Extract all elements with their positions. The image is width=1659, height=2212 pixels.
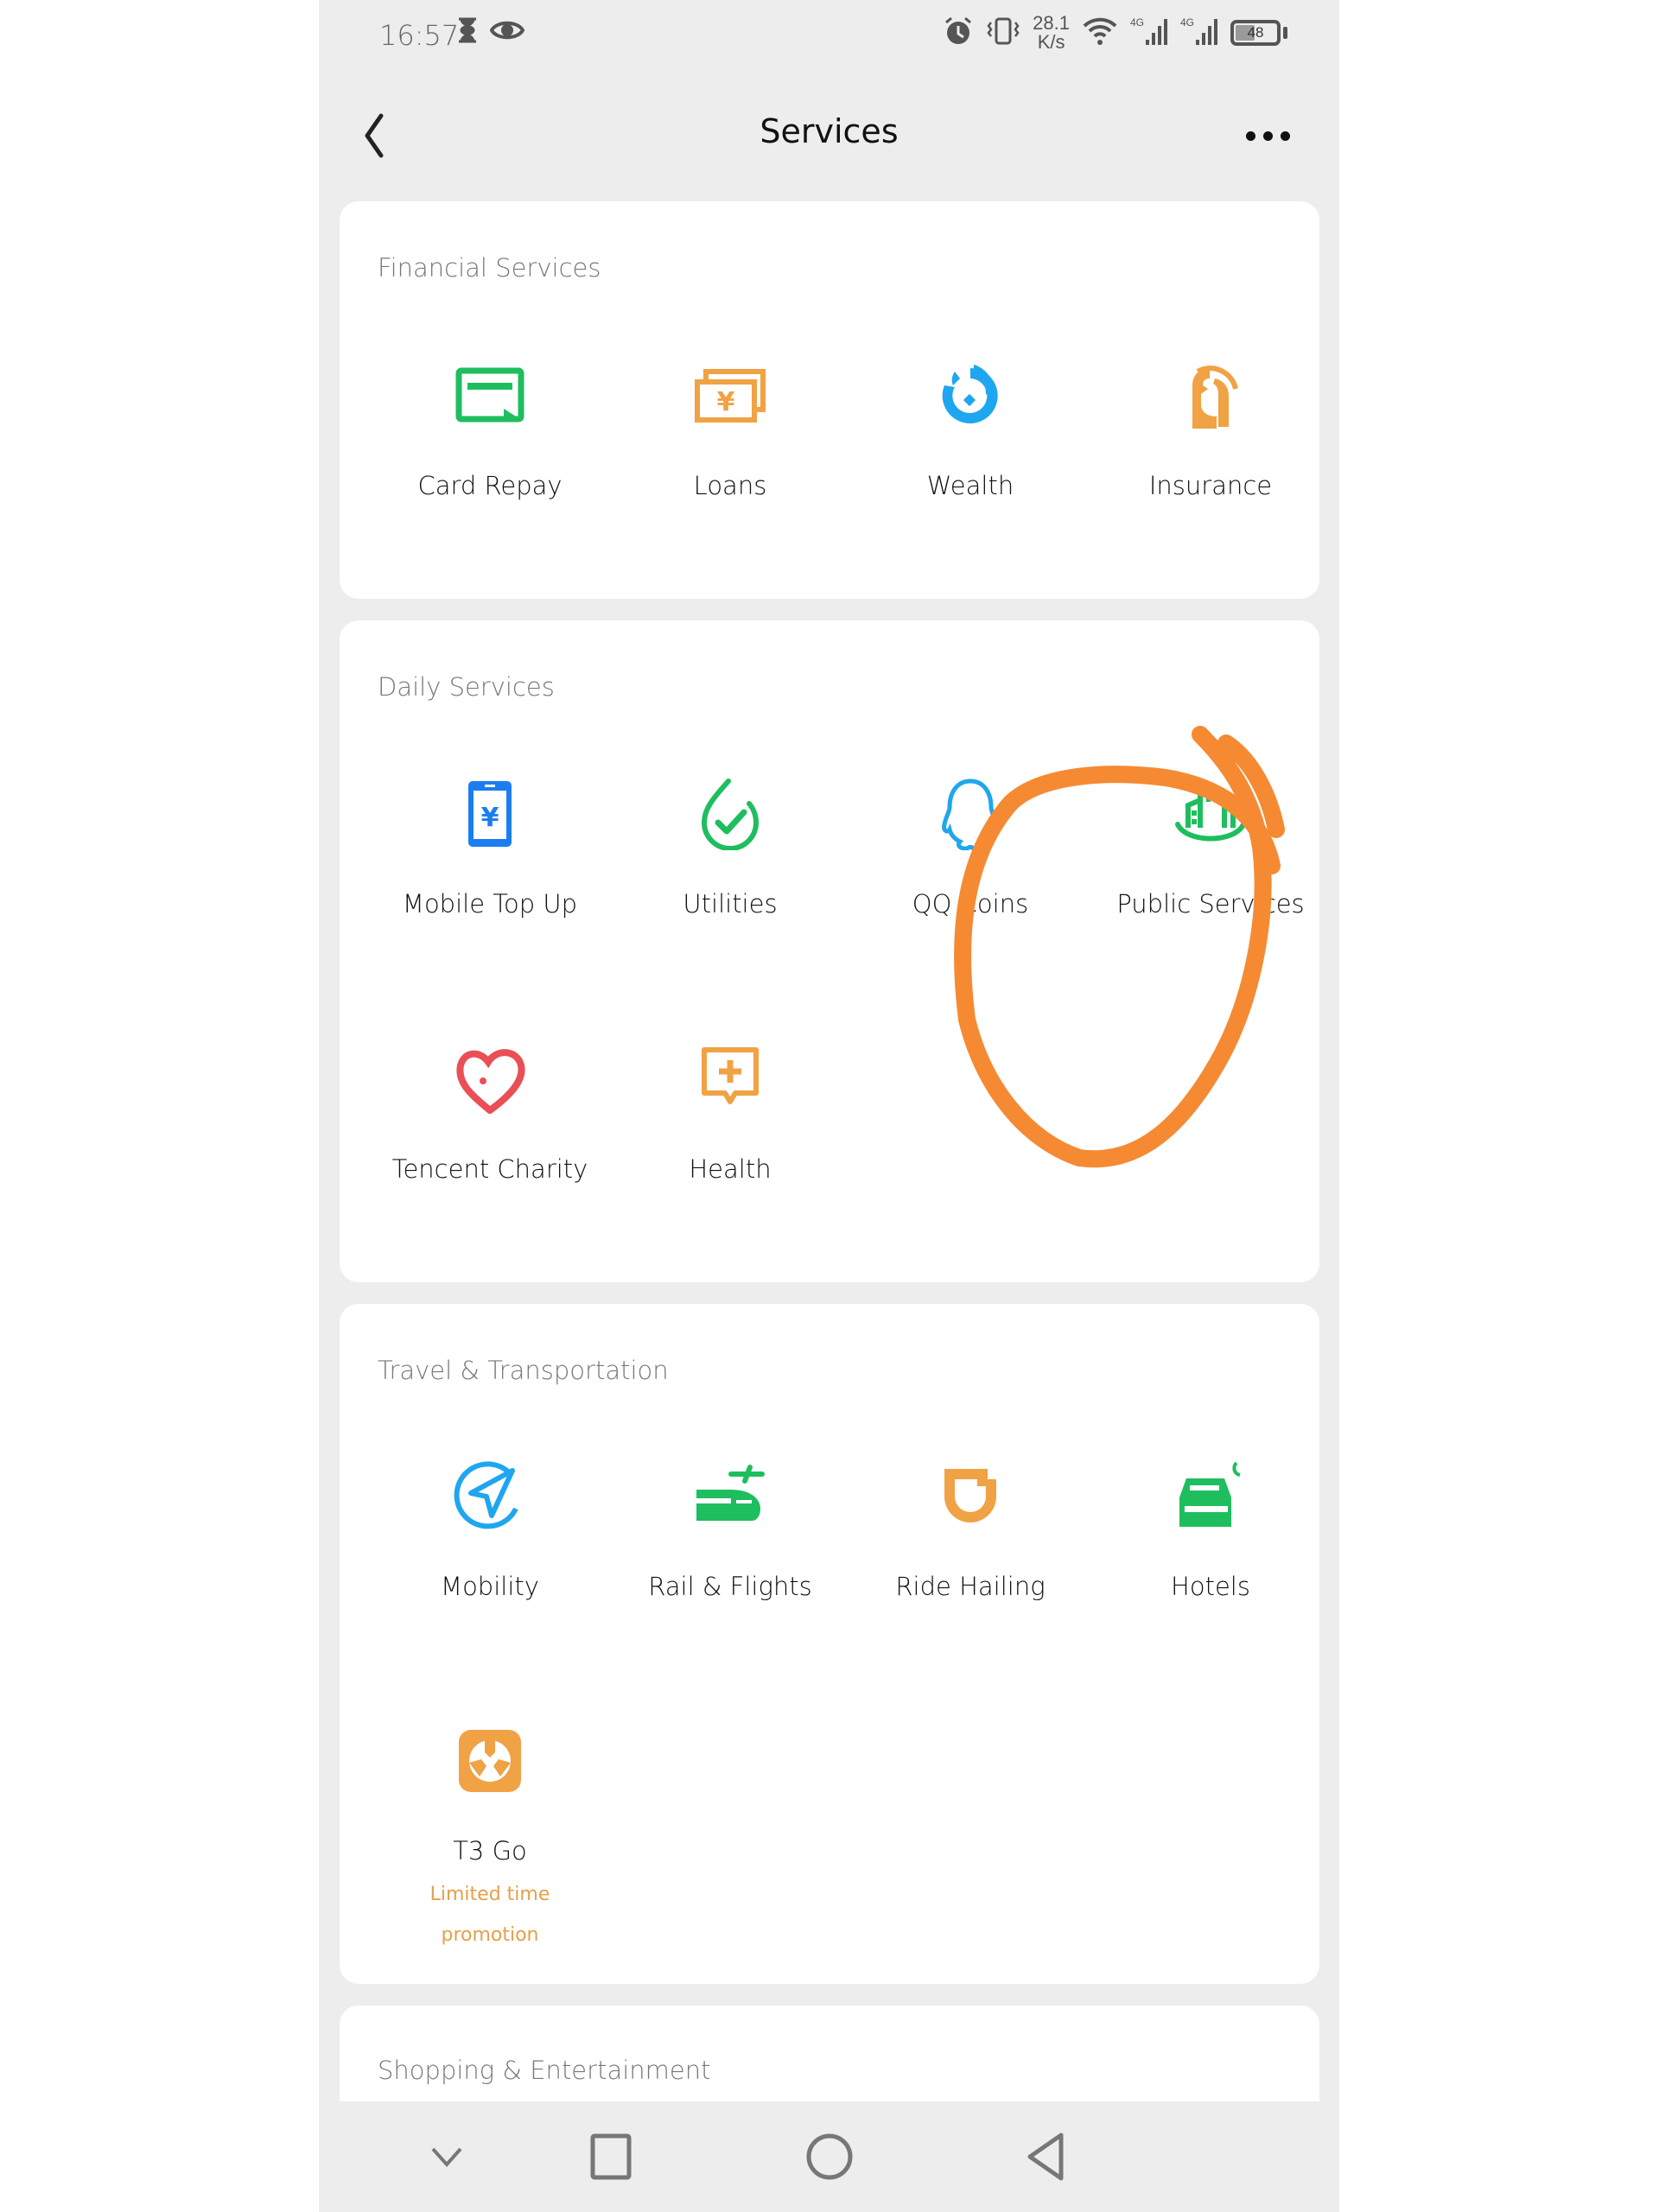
public-services-icon	[1172, 775, 1249, 853]
hourglass-icon	[457, 17, 478, 47]
ride-hailing-icon	[931, 1458, 1009, 1535]
service-rail-flights[interactable]: Rail & Flights	[610, 1458, 850, 1601]
app-header: Services	[319, 86, 1339, 181]
nav-collapse-button[interactable]	[416, 2129, 477, 2184]
service-mobility[interactable]: Mobility	[370, 1458, 610, 1601]
section-title: Financial Services	[378, 253, 601, 283]
recents-icon	[590, 2133, 632, 2180]
card-repay-icon	[451, 357, 529, 435]
service-hotels[interactable]: Hotels	[1090, 1458, 1331, 1601]
mobility-icon	[451, 1458, 529, 1535]
eye-icon	[489, 17, 525, 47]
service-health[interactable]: Health	[610, 1040, 850, 1184]
hotels-icon	[1172, 1458, 1249, 1535]
service-qq-coins[interactable]: QQ Coins	[850, 775, 1090, 918]
service-loans[interactable]: ¥ Loans	[610, 357, 850, 500]
service-ride-hailing[interactable]: Ride Hailing	[850, 1458, 1090, 1601]
svg-text:¥: ¥	[481, 803, 499, 833]
nav-recents-button[interactable]	[581, 2129, 641, 2184]
system-nav-bar	[319, 2101, 1339, 2212]
vibrate-icon	[986, 16, 1020, 50]
nav-back-button[interactable]	[1016, 2129, 1077, 2184]
more-horizontal-icon	[1246, 130, 1255, 141]
service-t3-go[interactable]: T3 Go Limited time promotion	[370, 1722, 610, 1955]
more-options-button[interactable]	[1246, 123, 1306, 149]
collapse-icon	[431, 2147, 462, 2168]
wealth-icon	[931, 357, 1009, 435]
status-bar: 16:57 28.1 K/s 4G 4G 48	[319, 0, 1339, 78]
t3-go-icon	[451, 1722, 529, 1800]
promo-badge: Limited time promotion	[429, 1884, 550, 1946]
nav-home-button[interactable]	[799, 2129, 860, 2184]
phone-screen: 16:57 28.1 K/s 4G 4G 48 Services Financi…	[319, 0, 1339, 2212]
health-icon	[691, 1040, 769, 1118]
home-icon	[806, 2133, 853, 2180]
service-public-services[interactable]: Public Services	[1090, 775, 1331, 918]
battery-icon: 48	[1230, 20, 1287, 46]
tencent-charity-icon	[451, 1040, 529, 1118]
service-utilities[interactable]: Utilities	[610, 775, 850, 918]
service-tencent-charity[interactable]: Tencent Charity	[370, 1040, 610, 1184]
back-icon	[1027, 2133, 1064, 2181]
wifi-icon	[1082, 16, 1118, 50]
insurance-icon	[1172, 357, 1249, 435]
page-title: Services	[760, 112, 899, 150]
svg-text:4G: 4G	[1130, 16, 1144, 29]
network-speed: 28.1 K/s	[1033, 12, 1070, 53]
service-insurance[interactable]: Insurance	[1090, 357, 1331, 500]
alarm-icon	[943, 16, 974, 50]
status-time: 16:57	[379, 19, 460, 52]
qq-coins-icon	[931, 775, 1009, 853]
battery-percent: 48	[1247, 24, 1264, 41]
mobile-top-up-icon: ¥	[451, 775, 529, 853]
signal-4g-icon: 4G	[1180, 16, 1218, 50]
section-daily-services: Daily Services ¥ Mobile Top Up Utilities…	[340, 620, 1319, 1282]
signal-4g-icon: 4G	[1130, 16, 1168, 50]
svg-text:4G: 4G	[1180, 16, 1194, 29]
loans-icon: ¥	[691, 357, 769, 435]
section-title: Travel & Transportation	[378, 1356, 669, 1385]
section-title: Daily Services	[378, 672, 555, 702]
service-mobile-top-up[interactable]: ¥ Mobile Top Up	[370, 775, 610, 918]
utilities-icon	[691, 775, 769, 853]
service-card-repay[interactable]: Card Repay	[370, 357, 610, 500]
section-financial-services: Financial Services Card Repay ¥ Loans We…	[340, 201, 1319, 599]
section-travel-transportation: Travel & Transportation Mobility Rail & …	[340, 1304, 1319, 1984]
service-wealth[interactable]: Wealth	[850, 357, 1090, 500]
svg-text:¥: ¥	[717, 387, 735, 417]
rail-flights-icon	[691, 1458, 769, 1535]
section-title: Shopping & Entertainment	[378, 2056, 711, 2085]
